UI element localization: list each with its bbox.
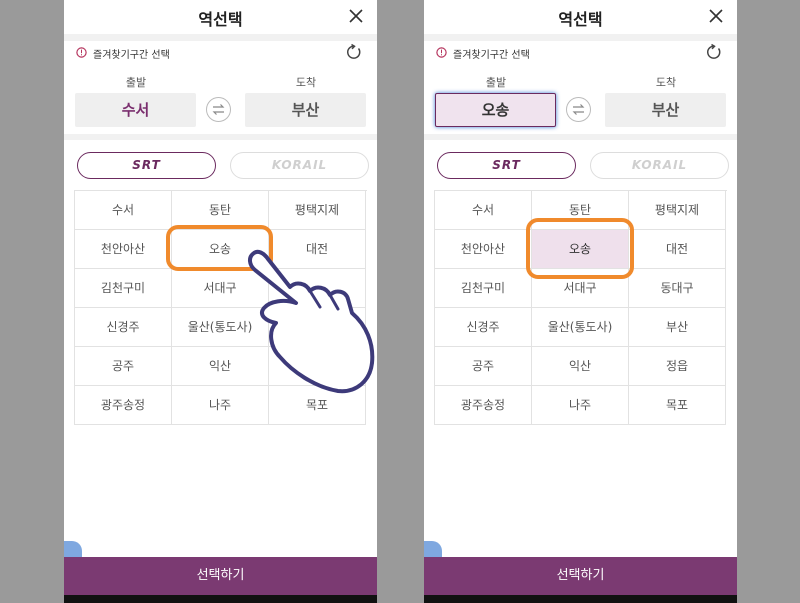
station-cell[interactable]: 울산(통도사) xyxy=(532,308,629,347)
favorites-row[interactable]: 즐겨찾기구간 선택 xyxy=(424,41,737,63)
page-title: 역선택 xyxy=(198,10,243,29)
korail-tab[interactable]: KORAIL xyxy=(230,152,369,179)
srt-tab[interactable]: SRT xyxy=(437,152,576,179)
station-cell[interactable]: 수서 xyxy=(435,191,532,230)
station-cell[interactable]: 동대구 xyxy=(629,269,726,308)
station-cell[interactable]: 천안아산 xyxy=(435,230,532,269)
arrival-station-field[interactable]: 부산 xyxy=(605,93,726,127)
arrival-label: 도착 xyxy=(655,76,677,89)
close-icon[interactable] xyxy=(707,7,725,25)
info-icon xyxy=(436,47,447,58)
favorites-label[interactable]: 즐겨찾기구간 선택 xyxy=(93,46,170,61)
departure-station-field[interactable]: 오송 xyxy=(435,93,556,127)
station-cell[interactable]: 평택지제 xyxy=(269,191,366,230)
refresh-icon[interactable] xyxy=(705,43,723,61)
station-cell[interactable]: 익산 xyxy=(532,347,629,386)
swap-icon[interactable] xyxy=(205,96,232,123)
srt-tab[interactable]: SRT xyxy=(77,152,216,179)
station-cell[interactable]: 광주송정 xyxy=(435,386,532,425)
station-cell[interactable]: 광주송정 xyxy=(75,386,172,425)
refresh-icon[interactable] xyxy=(345,43,363,61)
station-cell[interactable]: 신경주 xyxy=(75,308,172,347)
orange-highlight-box xyxy=(526,218,634,279)
station-cell[interactable]: 나주 xyxy=(532,386,629,425)
arrival-label: 도착 xyxy=(295,76,317,89)
departure-label: 출발 xyxy=(125,76,147,89)
divider xyxy=(64,134,377,140)
favorites-label[interactable]: 즐겨찾기구간 선택 xyxy=(453,46,530,61)
nav-strip xyxy=(64,595,377,603)
korail-tab[interactable]: KORAIL xyxy=(590,152,729,179)
phone-screen-after: 역선택 즐겨찾기구간 선택 출발 도착 오송 부산 SRT KORAIL 수서 … xyxy=(424,0,737,603)
station-cell[interactable]: 목포 xyxy=(629,386,726,425)
station-cell[interactable]: 공주 xyxy=(75,347,172,386)
page-title: 역선택 xyxy=(558,10,603,29)
select-button[interactable]: 선택하기 xyxy=(64,557,377,595)
hand-pointer-icon xyxy=(248,249,375,394)
divider xyxy=(424,134,737,140)
divider xyxy=(424,34,737,41)
station-cell[interactable]: 부산 xyxy=(629,308,726,347)
swap-icon[interactable] xyxy=(565,96,592,123)
favorites-row[interactable]: 즐겨찾기구간 선택 xyxy=(64,41,377,63)
station-cell[interactable]: 신경주 xyxy=(435,308,532,347)
station-cell[interactable]: 정읍 xyxy=(629,347,726,386)
station-cell[interactable]: 천안아산 xyxy=(75,230,172,269)
nav-strip xyxy=(424,595,737,603)
close-icon[interactable] xyxy=(347,7,365,25)
title-bar: 역선택 xyxy=(424,0,737,34)
station-cell[interactable]: 김천구미 xyxy=(435,269,532,308)
station-cell[interactable]: 공주 xyxy=(435,347,532,386)
station-cell[interactable]: 김천구미 xyxy=(75,269,172,308)
arrival-station-field[interactable]: 부산 xyxy=(245,93,366,127)
station-cell[interactable]: 평택지제 xyxy=(629,191,726,230)
departure-station-field[interactable]: 수서 xyxy=(75,93,196,127)
departure-label: 출발 xyxy=(485,76,507,89)
title-bar: 역선택 xyxy=(64,0,377,34)
divider xyxy=(64,34,377,41)
select-button[interactable]: 선택하기 xyxy=(424,557,737,595)
station-cell[interactable]: 수서 xyxy=(75,191,172,230)
info-icon xyxy=(76,47,87,58)
station-cell[interactable]: 대전 xyxy=(629,230,726,269)
